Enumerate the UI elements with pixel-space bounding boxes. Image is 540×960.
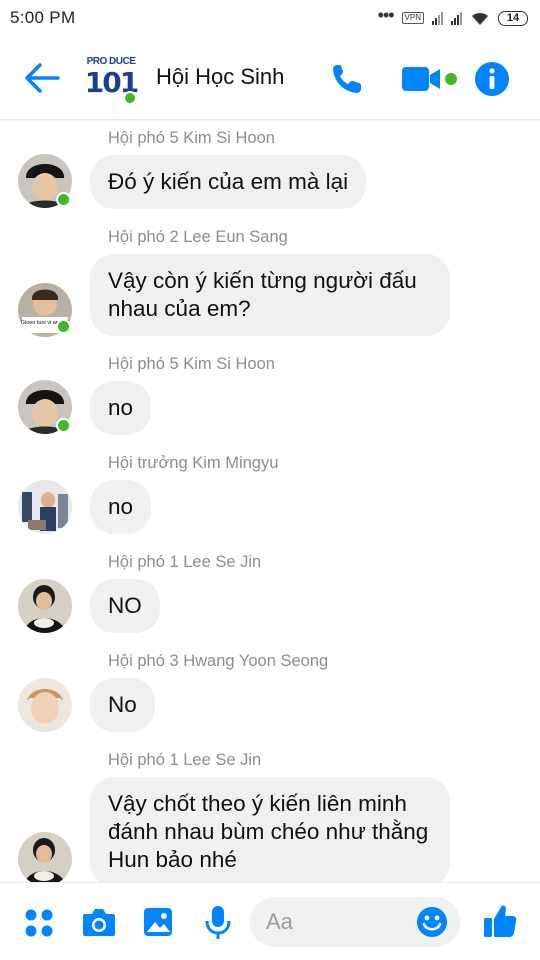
message-bubble[interactable]: Đó ý kiến của em mà lại bbox=[90, 155, 367, 209]
back-arrow-icon[interactable] bbox=[22, 60, 62, 96]
thumbs-up-icon[interactable] bbox=[482, 903, 518, 939]
sender-name: Hội phó 1 Lee Se Jin bbox=[108, 751, 262, 769]
sender-avatar[interactable] bbox=[18, 480, 72, 534]
sender-name: Hội phó 3 Hwang Yoon Seong bbox=[108, 652, 329, 670]
message-text: No bbox=[108, 692, 137, 717]
emoji-icon[interactable] bbox=[416, 906, 448, 938]
message-text: Đó ý kiến của em mà lại bbox=[108, 169, 349, 194]
sender-name: Hội trưởng Kim Mingyu bbox=[108, 454, 279, 472]
phone-icon[interactable] bbox=[330, 62, 366, 96]
apps-grid-icon[interactable] bbox=[24, 908, 54, 938]
sender-avatar[interactable] bbox=[18, 579, 72, 633]
group-avatar[interactable]: PRO DUCE 101 bbox=[84, 52, 139, 106]
sender-avatar[interactable] bbox=[18, 832, 72, 882]
conversation-header: PRO DUCE 101 Hội Học Sinh bbox=[0, 36, 540, 120]
signal-icon-2 bbox=[451, 11, 462, 25]
message-bubble[interactable]: no bbox=[90, 381, 152, 435]
message-bubble[interactable]: no bbox=[90, 480, 152, 534]
message-bubble[interactable]: No bbox=[90, 678, 155, 732]
online-indicator bbox=[56, 192, 71, 207]
sender-name: Hội phó 5 Kim Si Hoon bbox=[108, 129, 275, 147]
message-text: NO bbox=[108, 593, 142, 618]
online-indicator bbox=[56, 319, 71, 334]
sender-name: Hội phó 2 Lee Eun Sang bbox=[108, 228, 288, 246]
sender-avatar[interactable] bbox=[18, 678, 72, 732]
message-input[interactable] bbox=[266, 897, 416, 947]
message-list[interactable]: Hội phó 5 Kim Si Hoon Đó ý kiến của em m… bbox=[0, 121, 540, 882]
vpn-badge: VPN bbox=[401, 12, 424, 24]
message-bubble[interactable]: NO bbox=[90, 579, 160, 633]
status-icons: ••• VPN 14 bbox=[377, 5, 528, 26]
info-icon[interactable] bbox=[474, 61, 510, 97]
message-text: Vậy còn ý kiến từng người đấu nhau của e… bbox=[108, 268, 417, 321]
wifi-icon bbox=[472, 12, 488, 25]
camera-icon[interactable] bbox=[82, 906, 116, 938]
message-bubble[interactable]: Vậy chốt theo ý kiến liên minh đánh nhau… bbox=[90, 777, 450, 882]
online-indicator bbox=[56, 418, 71, 433]
message-bubble[interactable]: Vậy còn ý kiến từng người đấu nhau của e… bbox=[90, 254, 450, 336]
sender-name: Hội phó 1 Lee Se Jin bbox=[108, 553, 262, 571]
battery-indicator: 14 bbox=[498, 10, 528, 26]
microphone-icon[interactable] bbox=[204, 905, 232, 941]
composer-bar bbox=[0, 882, 540, 960]
message-text: no bbox=[108, 395, 134, 420]
message-input-container bbox=[250, 897, 460, 947]
more-dots-icon: ••• bbox=[377, 5, 395, 25]
sender-name: Hội phó 5 Kim Si Hoon bbox=[108, 355, 275, 373]
message-text: Vậy chốt theo ý kiến liên minh đánh nhau… bbox=[108, 791, 429, 872]
conversation-title[interactable]: Hội Học Sinh bbox=[156, 64, 284, 90]
status-time: 5:00 PM bbox=[10, 8, 76, 27]
online-indicator bbox=[123, 91, 137, 105]
status-bar: 5:00 PM ••• VPN 14 bbox=[0, 0, 540, 36]
message-text: no bbox=[108, 494, 134, 519]
gallery-icon[interactable] bbox=[142, 906, 174, 938]
video-camera-icon[interactable] bbox=[402, 62, 458, 96]
signal-icon bbox=[432, 11, 443, 25]
